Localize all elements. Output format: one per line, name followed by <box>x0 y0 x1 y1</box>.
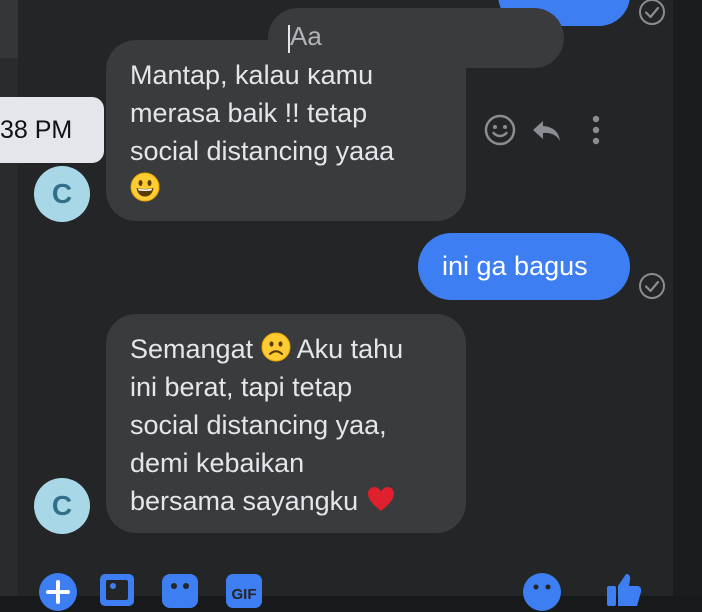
gif-icon[interactable]: GIF <box>224 572 264 612</box>
emoji-icon[interactable] <box>522 572 562 612</box>
timestamp-tooltip: 38 PM <box>0 97 104 163</box>
message-text: bersama sayangku <box>130 486 359 516</box>
message-outgoing[interactable]: ini ga bagus <box>418 233 630 300</box>
thumbs-up-icon[interactable] <box>604 570 644 610</box>
message-line: merasa baik !! tetap <box>130 98 368 128</box>
red-heart-emoji <box>367 487 394 511</box>
sticker-icon[interactable] <box>160 572 200 612</box>
message-text: Aku tahu <box>296 334 404 364</box>
message-incoming[interactable]: Semangat Aku tahu ini berat, tapi tetap … <box>106 314 466 533</box>
message-line: ini berat, tapi tetap <box>130 372 353 402</box>
seen-check-icon <box>639 273 665 299</box>
frowning-face-emoji <box>261 332 291 362</box>
add-circle-icon[interactable] <box>38 572 78 612</box>
seen-check-icon <box>639 0 665 25</box>
message-input[interactable]: Aa <box>268 8 564 68</box>
photo-icon[interactable] <box>98 572 138 612</box>
right-panel-edge <box>673 0 702 596</box>
left-panel-edge <box>0 0 18 596</box>
grinning-face-emoji <box>130 172 160 202</box>
message-line: social distancing yaa, <box>130 410 387 440</box>
message-line: social distancing yaaa <box>130 136 395 166</box>
avatar[interactable]: C <box>34 478 90 534</box>
message-line: demi kebaikan <box>130 448 305 478</box>
avatar[interactable]: C <box>34 166 90 222</box>
reply-icon[interactable] <box>528 112 564 148</box>
more-vertical-icon[interactable] <box>578 112 614 148</box>
smiley-react-icon[interactable] <box>482 112 518 148</box>
message-text: ini ga bagus <box>442 251 588 281</box>
svg-text:GIF: GIF <box>232 586 257 603</box>
text-cursor <box>288 25 290 53</box>
message-input-placeholder: Aa <box>290 21 322 51</box>
message-text: Semangat <box>130 334 254 364</box>
